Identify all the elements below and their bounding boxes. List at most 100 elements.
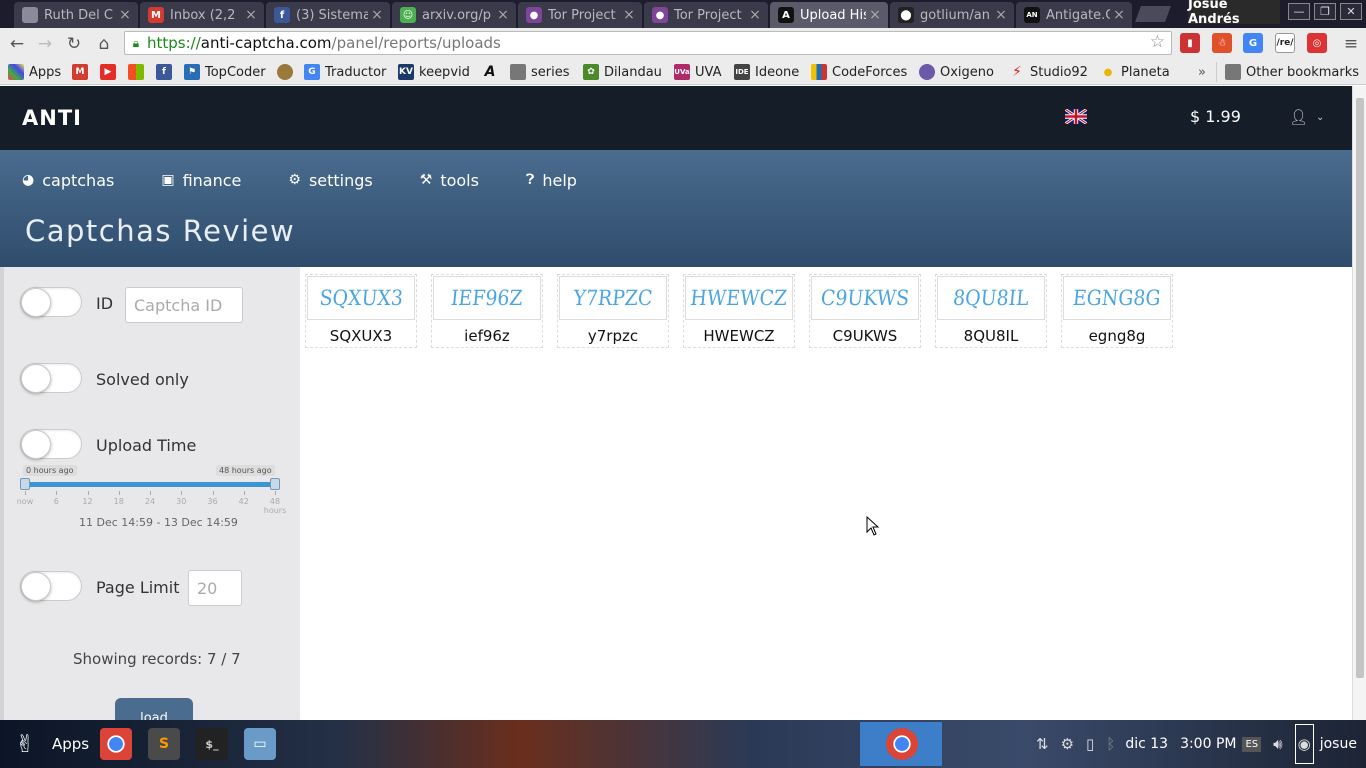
bookmark-ideone[interactable]: IDE Ideone	[734, 62, 799, 82]
chrome-icon[interactable]	[100, 728, 132, 760]
clock-time[interactable]: 3:00 PM	[1180, 736, 1236, 752]
terminal-icon[interactable]: $_	[196, 728, 228, 760]
browser-tab[interactable]: ⬤ gotlium/an ×	[890, 2, 1014, 28]
bookmark-uva[interactable]: UVa UVA	[674, 62, 721, 82]
username-label[interactable]: josue	[1320, 736, 1357, 752]
bookmark-folder-series[interactable]: series	[510, 62, 570, 82]
bookmark-planeta[interactable]: ● Planeta	[1100, 62, 1170, 82]
close-icon[interactable]: ×	[242, 7, 260, 23]
page-scrollbar[interactable]	[1352, 86, 1366, 720]
bookmark-star-icon[interactable]: ☆	[1150, 32, 1165, 52]
settings-icon[interactable]: ⚙	[1061, 735, 1074, 753]
rabbit-logo-icon: ✌	[14, 730, 36, 758]
bookmark-topcoder[interactable]: ⚑ TopCoder	[184, 62, 266, 82]
bookmarks-overflow-button[interactable]: »	[1198, 62, 1206, 82]
bookmark-font[interactable]: A	[482, 62, 503, 82]
extension-chrome-on-icon[interactable]: ◎	[1307, 33, 1327, 53]
browser-tab[interactable]: Ruth Del C ×	[14, 2, 138, 28]
new-tab-button[interactable]	[1135, 6, 1171, 22]
bookmark-keepvid[interactable]: KV keepvid	[398, 62, 470, 82]
account-balance[interactable]: $ 1.99	[1190, 107, 1241, 126]
solved-only-toggle[interactable]	[20, 363, 82, 393]
nav-settings[interactable]: ⚙ settings	[288, 164, 372, 196]
page-limit-toggle[interactable]	[20, 571, 82, 601]
address-bar[interactable]: 🔒︎ https://anti-captcha.com/panel/report…	[124, 31, 1172, 55]
captcha-card[interactable]: Y7RPZC y7rpzc	[557, 274, 669, 348]
scrollbar-thumb[interactable]	[1356, 98, 1364, 678]
minimize-button[interactable]: —	[1288, 3, 1310, 20]
bookmark-dilandau[interactable]: ✿ Dilandau	[583, 62, 662, 82]
bookmark-traductor[interactable]: G Traductor	[304, 62, 386, 82]
slider-handle-start[interactable]	[20, 478, 30, 490]
close-icon[interactable]: ×	[620, 7, 638, 23]
site-logo[interactable]: ANTI	[22, 106, 82, 130]
browser-tab[interactable]: M Inbox (2,2 ×	[140, 2, 264, 28]
browser-tab[interactable]: ● Tor Project ×	[518, 2, 642, 28]
extension-pdf-icon[interactable]: ▮	[1180, 33, 1200, 53]
back-icon[interactable]: ←	[6, 33, 28, 55]
upload-time-toggle[interactable]	[20, 429, 82, 459]
close-icon[interactable]: ×	[494, 7, 512, 23]
browser-tab-active[interactable]: A Upload His ×	[770, 2, 888, 28]
captcha-card[interactable]: SQXUX3 SQXUX3	[305, 274, 417, 348]
close-icon[interactable]: ×	[368, 7, 386, 23]
nav-captchas[interactable]: ◕ captchas	[22, 164, 114, 196]
upload-time-label: Upload Time	[96, 436, 197, 455]
page-limit-input[interactable]: 20	[188, 570, 242, 606]
close-icon[interactable]: ×	[992, 7, 1010, 23]
active-window-chrome[interactable]	[860, 722, 942, 766]
bookmark-gmail[interactable]: M	[72, 62, 93, 82]
bookmark-oxigeno[interactable]: Oxigeno	[919, 62, 994, 82]
forward-icon[interactable]: →	[34, 33, 56, 55]
user-menu[interactable]: 👤︎ ⌄	[1289, 108, 1324, 126]
other-bookmarks-folder[interactable]: Other bookmarks	[1216, 62, 1359, 82]
bluetooth-icon[interactable]: ᛒ	[1106, 735, 1115, 753]
close-icon[interactable]: ×	[866, 7, 884, 23]
load-button[interactable]: load	[115, 698, 193, 720]
bookmark-codeforces[interactable]: CodeForces	[811, 62, 907, 82]
clock-date[interactable]: dic 13	[1125, 736, 1168, 752]
captcha-card[interactable]: HWEWCZ HWEWCZ	[683, 274, 795, 348]
captcha-id-input[interactable]: Captcha ID	[125, 287, 243, 323]
captcha-card[interactable]: 8QU8IL 8QU8IL	[935, 274, 1047, 348]
browser-tab[interactable]: ☺ arxiv.org/p ×	[392, 2, 516, 28]
close-icon[interactable]: ×	[746, 7, 764, 23]
nav-tools[interactable]: ⚒ tools	[420, 164, 479, 196]
sublime-text-icon[interactable]: S	[148, 728, 180, 760]
id-filter-toggle[interactable]	[20, 287, 82, 317]
bookmark-facebook[interactable]: f	[156, 62, 177, 82]
close-icon[interactable]: ×	[116, 7, 134, 23]
file-manager-icon[interactable]: ▭	[244, 728, 276, 760]
menu-icon[interactable]: ≡	[1340, 33, 1362, 55]
bookmark-youtube[interactable]: ▶	[100, 62, 121, 82]
extension-santa-icon[interactable]: ☃	[1212, 33, 1232, 53]
apps-launcher[interactable]: ✌ Apps	[0, 720, 89, 768]
profile-button[interactable]: Josué Andrés	[1188, 0, 1280, 27]
extension-translate-icon[interactable]: G	[1243, 33, 1263, 53]
extension-reddit-icon[interactable]: /re/	[1275, 33, 1295, 53]
close-icon[interactable]: ×	[1110, 7, 1128, 23]
home-icon[interactable]: ⌂	[93, 33, 115, 55]
captcha-card[interactable]: EGNG8G egng8g	[1061, 274, 1173, 348]
browser-tab[interactable]: ● Tor Project ×	[644, 2, 768, 28]
volume-icon[interactable]: 🔊︎	[1273, 735, 1282, 753]
restore-button[interactable]: ❐	[1314, 3, 1336, 20]
browser-tab[interactable]: AN Antigate.C ×	[1016, 2, 1132, 28]
bookmark-studio92[interactable]: ⚡ Studio92	[1009, 62, 1088, 82]
browser-tab[interactable]: f (3) Sistema ×	[266, 2, 390, 28]
captcha-card[interactable]: IEF96Z ief96z	[431, 274, 543, 348]
bookmark-windows[interactable]	[128, 62, 149, 82]
bookmark-apps[interactable]: Apps	[8, 62, 61, 82]
battery-icon[interactable]: ▯	[1086, 735, 1094, 753]
network-icon[interactable]: ⇅	[1036, 735, 1049, 753]
nav-finance[interactable]: ▣ finance	[161, 164, 241, 196]
slider-handle-end[interactable]	[270, 478, 280, 490]
reload-icon[interactable]: ↻	[63, 33, 85, 55]
uk-flag-icon[interactable]	[1065, 109, 1087, 124]
captcha-card[interactable]: C9UKWS C9UKWS	[809, 274, 921, 348]
close-window-button[interactable]: ✕	[1340, 3, 1362, 20]
nav-help[interactable]: ❓︎ help	[526, 164, 577, 196]
chrome-tray-icon[interactable]: ◉	[1294, 724, 1314, 764]
keyboard-layout[interactable]: ES	[1242, 736, 1262, 752]
bookmark-globe[interactable]	[277, 62, 298, 82]
